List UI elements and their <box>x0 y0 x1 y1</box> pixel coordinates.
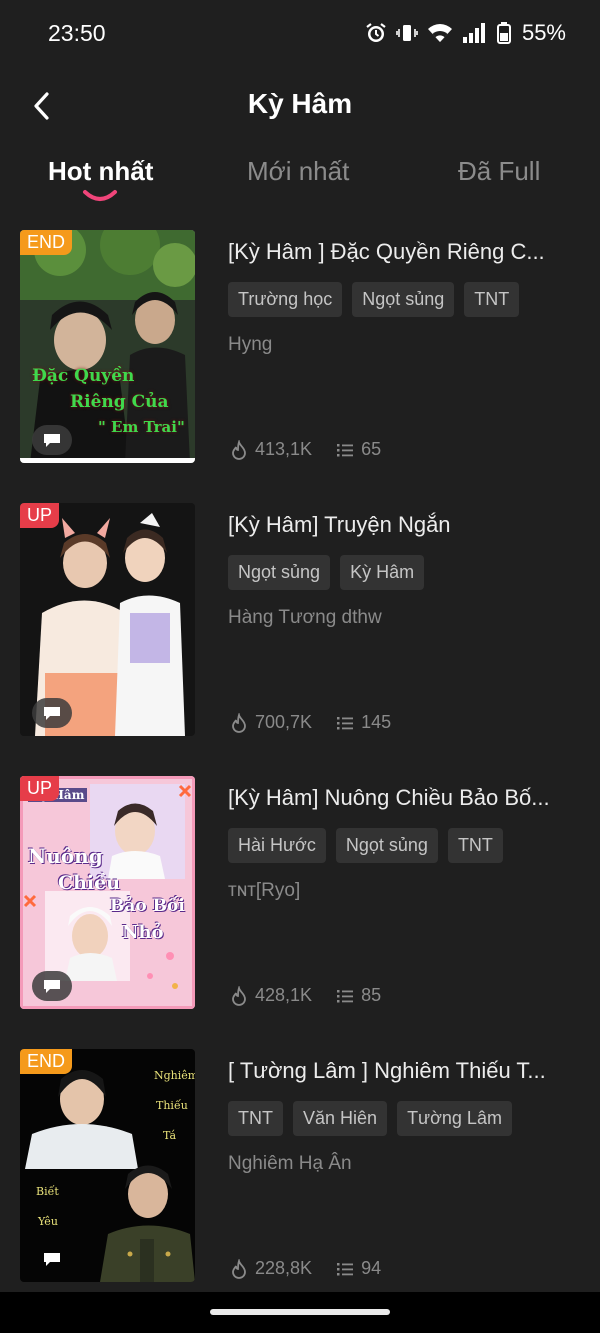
story-author: Hyng <box>228 334 273 355</box>
battery-percent: 55% <box>521 20 566 45</box>
story-card[interactable]: Kỳ Hâm Nuông Chiều Bảo Bối Nhỏ UP [Kỳ Hâ… <box>0 776 600 1012</box>
tab-active-indicator <box>83 190 117 201</box>
story-author: Hàng Tương dthw <box>228 607 382 628</box>
status-badge: UP <box>20 776 60 801</box>
cover-text: " Em Trai" <box>98 418 185 436</box>
page-title: Kỳ Hâm <box>247 88 353 119</box>
tab-completed[interactable]: Đã Full <box>458 156 540 187</box>
wifi-icon <box>427 22 453 44</box>
view-count: 413,1K <box>255 439 313 459</box>
flame-icon <box>232 985 246 1006</box>
system-nav-bar <box>0 1292 600 1333</box>
cover-text: Bảo Bối <box>110 896 185 916</box>
view-count: 228,8K <box>255 1258 313 1278</box>
tag-list: Hài Hước Ngọt sủng TNT <box>228 828 503 863</box>
tag-list: TNT Văn Hiên Tường Lâm <box>228 1101 512 1136</box>
story-title: [Kỳ Hâm] Nuông Chiều Bảo Bố... <box>228 785 550 810</box>
story-card[interactable]: UP [Kỳ Hâm] Truyện Ngắn Ngọt sủng Kỳ Hâm… <box>0 503 600 739</box>
tab-bar: Hot nhất Mới nhất Đã Full <box>0 150 600 210</box>
tag[interactable]: Kỳ Hâm <box>340 555 425 590</box>
cover-text: Riêng Của <box>70 392 169 412</box>
signal-icon <box>462 22 488 44</box>
comment-icon <box>32 1244 72 1274</box>
cover-text: Tá <box>163 1129 177 1142</box>
alarm-icon <box>365 22 387 44</box>
comment-icon <box>32 698 72 728</box>
status-bar: 23:50 55% <box>0 0 600 66</box>
cover-text: Nhỏ <box>122 922 164 943</box>
battery-icon <box>496 22 511 44</box>
story-cover[interactable]: Nghiêm Thiếu Tá Biết Yêu END <box>20 1049 195 1282</box>
story-card[interactable]: Đặc Quyền Riêng Của " Em Trai" END [Kỳ H… <box>0 230 600 466</box>
status-time: 23:50 <box>48 20 106 46</box>
tag[interactable]: TNT <box>228 1101 283 1136</box>
view-count: 700,7K <box>255 712 313 732</box>
story-author: Nghiêm Hạ Ân <box>228 1153 352 1174</box>
comment-icon <box>32 425 72 455</box>
flame-icon <box>232 439 246 460</box>
comment-icon <box>32 971 72 1001</box>
tag[interactable]: Trường học <box>228 282 343 317</box>
story-stats: 428,1K 85 <box>230 985 381 1006</box>
cover-text: Chiều <box>58 872 121 894</box>
story-cover[interactable]: UP <box>20 503 195 736</box>
tag-list: Trường học Ngọt sủng TNT <box>228 282 520 317</box>
tab-newest[interactable]: Mới nhất <box>247 156 349 187</box>
story-stats: 700,7K 145 <box>230 712 391 733</box>
status-icons: 55% <box>365 20 566 46</box>
list-icon <box>337 1262 354 1275</box>
story-title: [Kỳ Hâm ] Đặc Quyền Riêng C... <box>228 239 545 264</box>
story-stats: 228,8K 94 <box>230 1258 381 1279</box>
home-indicator[interactable] <box>210 1309 390 1315</box>
list-icon <box>337 716 354 729</box>
cover-text: Yêu <box>38 1215 58 1228</box>
story-title: [ Tường Lâm ] Nghiêm Thiếu T... <box>228 1058 546 1083</box>
story-author: ᴛɴᴛ[Ryo] <box>228 880 301 901</box>
chapter-count: 85 <box>361 985 382 1005</box>
status-badge: END <box>20 230 73 255</box>
cover-text: Biết <box>36 1185 59 1198</box>
cover-text: Nuông <box>28 844 103 868</box>
tag[interactable]: Ngọt sủng <box>335 828 438 863</box>
chapter-count: 94 <box>361 1258 382 1278</box>
vibrate-icon <box>396 22 418 44</box>
list-icon <box>337 443 354 456</box>
story-title: [Kỳ Hâm] Truyện Ngắn <box>228 512 451 537</box>
cover-text: Thiếu <box>156 1099 188 1112</box>
header: Kỳ Hâm <box>0 78 600 134</box>
tag[interactable]: Ngọt sủng <box>352 282 455 317</box>
tag[interactable]: Tường Lâm <box>397 1101 512 1136</box>
story-stats: 413,1K 65 <box>230 439 381 460</box>
status-badge: UP <box>20 503 60 528</box>
chapter-count: 65 <box>361 439 382 459</box>
tag[interactable]: Hài Hước <box>228 828 326 863</box>
tag-list: Ngọt sủng Kỳ Hâm <box>228 555 425 590</box>
flame-icon <box>232 1258 246 1279</box>
tag[interactable]: TNT <box>447 828 503 863</box>
story-card[interactable]: Nghiêm Thiếu Tá Biết Yêu END [ Tường Lâm… <box>0 1049 600 1285</box>
tag[interactable]: Ngọt sủng <box>228 555 331 590</box>
tag[interactable]: Văn Hiên <box>293 1101 388 1136</box>
tag[interactable]: TNT <box>464 282 520 317</box>
chapter-count: 145 <box>361 712 392 732</box>
story-cover[interactable]: Kỳ Hâm Nuông Chiều Bảo Bối Nhỏ UP <box>20 776 195 1009</box>
view-count: 428,1K <box>255 985 313 1005</box>
cover-text: Nghiêm <box>154 1069 195 1082</box>
cover-text: Đặc Quyền <box>32 366 135 386</box>
flame-icon <box>232 712 246 733</box>
status-badge: END <box>20 1049 73 1074</box>
tab-hot[interactable]: Hot nhất <box>48 156 153 187</box>
list-icon <box>337 989 354 1002</box>
story-cover[interactable]: Đặc Quyền Riêng Của " Em Trai" END <box>20 230 195 463</box>
